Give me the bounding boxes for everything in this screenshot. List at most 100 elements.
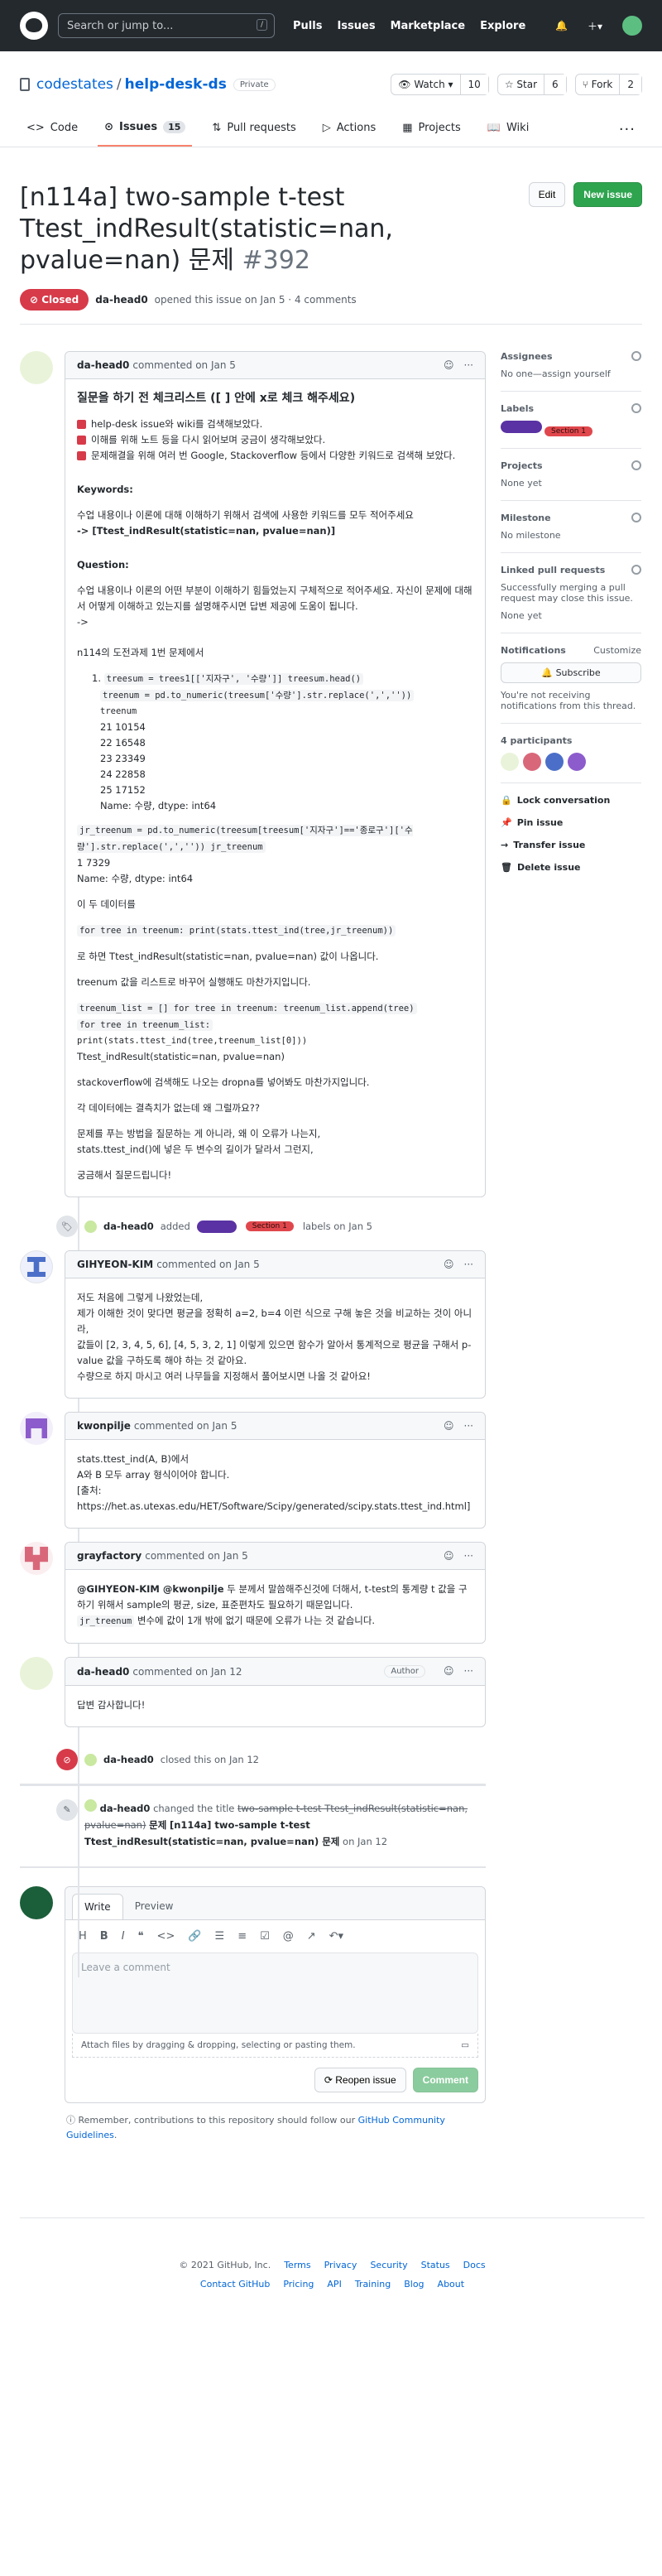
fork-button[interactable]: ⑂ Fork 2 [574, 74, 642, 95]
participant-avatar[interactable] [568, 753, 586, 771]
footer-link[interactable]: Privacy [324, 2260, 357, 2270]
comment-textarea[interactable]: Leave a comment [72, 1952, 478, 2034]
avatar[interactable] [20, 351, 53, 384]
avatar[interactable] [20, 1250, 53, 1283]
label-swatch[interactable] [196, 1220, 237, 1233]
assignees-value[interactable]: No one—assign yourself [501, 368, 641, 379]
source-link[interactable]: https://het.as.utexas.edu/HET/Software/S… [77, 1500, 467, 1512]
kebab-icon[interactable]: ··· [464, 1259, 473, 1270]
participant-avatar[interactable] [523, 753, 541, 771]
quote-icon[interactable]: ❝ [138, 1930, 144, 1943]
smiley-icon[interactable]: ☺ [444, 1420, 454, 1432]
issue-author[interactable]: da-head0 [95, 294, 147, 306]
smiley-icon[interactable]: ☺ [444, 1550, 454, 1562]
repo-name-link[interactable]: help-desk-ds [125, 76, 227, 93]
customize-link[interactable]: Customize [593, 645, 641, 656]
watch-button[interactable]: 👁 Watch ▾ 10 [391, 74, 489, 95]
delete-issue[interactable]: 🗑 Delete issue [501, 862, 641, 873]
gear-icon[interactable] [631, 351, 641, 361]
bell-icon[interactable]: 🔔 [555, 20, 568, 31]
nav-issues[interactable]: Issues [337, 20, 375, 32]
gear-icon[interactable] [631, 403, 641, 413]
mention-icon[interactable]: @ [283, 1930, 294, 1943]
label-badge[interactable]: Section 1 [544, 426, 593, 436]
footer-link[interactable]: Contact GitHub [200, 2279, 270, 2290]
kebab-icon[interactable]: ··· [464, 359, 473, 371]
gear-icon[interactable] [631, 565, 641, 575]
tab-wiki[interactable]: 📖 Wiki [481, 113, 536, 147]
nav-explore[interactable]: Explore [480, 20, 525, 32]
event-author[interactable]: da-head0 [103, 1221, 154, 1232]
comment-author[interactable]: kwonpilje [77, 1420, 131, 1432]
italic-icon[interactable]: I [122, 1930, 125, 1943]
footer-link[interactable]: Pricing [283, 2279, 314, 2290]
tab-issues[interactable]: ⊙ Issues 15 [98, 113, 193, 147]
smiley-icon[interactable]: ☺ [444, 1665, 454, 1678]
transfer-issue[interactable]: → Transfer issue [501, 840, 641, 850]
avatar[interactable] [84, 1753, 97, 1766]
reply-icon[interactable]: ↶▾ [329, 1930, 343, 1943]
user-avatar[interactable] [622, 16, 642, 36]
footer-link[interactable]: Docs [463, 2260, 486, 2270]
footer-link[interactable]: Training [355, 2279, 391, 2290]
comment-author[interactable]: da-head0 [77, 359, 129, 371]
label-swatch[interactable] [501, 421, 542, 433]
comment-author[interactable]: GIHYEON-KIM [77, 1259, 153, 1270]
kebab-icon[interactable]: ··· [464, 1420, 473, 1432]
comment-author[interactable]: da-head0 [77, 1666, 129, 1678]
write-tab[interactable]: Write [72, 1894, 123, 1919]
numbered-list-icon[interactable]: ≡ [237, 1930, 247, 1943]
label-badge[interactable]: Section 1 [245, 1221, 294, 1231]
plus-icon[interactable]: ＋▾ [588, 19, 602, 33]
reference-icon[interactable]: ↗ [307, 1930, 316, 1943]
search-input[interactable]: Search or jump to... / [58, 13, 275, 38]
participant-avatar[interactable] [501, 753, 519, 771]
edit-button[interactable]: Edit [528, 182, 566, 207]
more-icon[interactable]: ··· [612, 113, 642, 147]
lock-conversation[interactable]: 🔒 Lock conversation [501, 795, 641, 806]
event-author[interactable]: da-head0 [103, 1754, 154, 1765]
github-logo-icon[interactable] [20, 12, 48, 40]
comment-button[interactable]: Comment [412, 2068, 478, 2092]
event-author[interactable]: da-head0 [100, 1803, 151, 1814]
tab-pull-requests[interactable]: ⇅ Pull requests [205, 113, 302, 147]
kebab-icon[interactable]: ··· [464, 1550, 473, 1562]
footer-link[interactable]: API [327, 2279, 341, 2290]
attach-area[interactable]: Attach files by dragging & dropping, sel… [72, 2034, 478, 2058]
pin-issue[interactable]: 📌 Pin issue [501, 817, 641, 828]
comment-author[interactable]: grayfactory [77, 1550, 142, 1562]
smiley-icon[interactable]: ☺ [444, 1259, 454, 1270]
footer-link[interactable]: Security [370, 2260, 407, 2270]
footer-link[interactable]: Terms [284, 2260, 310, 2270]
avatar[interactable] [20, 1657, 53, 1690]
mentions[interactable]: @GIHYEON-KIM @kwonpilje [77, 1583, 224, 1595]
footer-link[interactable]: Blog [404, 2279, 424, 2290]
tab-actions[interactable]: ▷ Actions [316, 113, 383, 147]
bullet-list-icon[interactable]: ☰ [215, 1930, 225, 1943]
new-issue-button[interactable]: New issue [573, 182, 642, 207]
kebab-icon[interactable]: ··· [464, 1665, 473, 1678]
nav-marketplace[interactable]: Marketplace [391, 20, 466, 32]
footer-link[interactable]: Status [421, 2260, 450, 2270]
tab-projects[interactable]: ▦ Projects [396, 113, 468, 147]
footer-link[interactable]: About [438, 2279, 465, 2290]
gear-icon[interactable] [631, 513, 641, 522]
code-icon[interactable]: <> [157, 1930, 175, 1943]
star-button[interactable]: ☆ Star 6 [496, 74, 567, 95]
link-icon[interactable]: 🔗 [188, 1930, 201, 1943]
task-list-icon[interactable]: ☑ [260, 1930, 270, 1943]
preview-tab[interactable]: Preview [123, 1894, 185, 1919]
tab-code[interactable]: <> Code [20, 113, 84, 147]
smiley-icon[interactable]: ☺ [444, 359, 454, 371]
gear-icon[interactable] [631, 460, 641, 470]
avatar[interactable] [20, 1542, 53, 1575]
nav-pulls[interactable]: Pulls [293, 20, 322, 32]
avatar[interactable] [84, 1799, 97, 1812]
avatar[interactable] [84, 1220, 97, 1233]
heading-icon[interactable]: H [79, 1930, 87, 1943]
user-avatar[interactable] [20, 1886, 53, 1919]
bold-icon[interactable]: B [100, 1930, 108, 1943]
reopen-issue-button[interactable]: ⟳ Reopen issue [314, 2068, 406, 2092]
subscribe-button[interactable]: 🔔 Subscribe [501, 662, 641, 683]
avatar[interactable] [20, 1412, 53, 1445]
